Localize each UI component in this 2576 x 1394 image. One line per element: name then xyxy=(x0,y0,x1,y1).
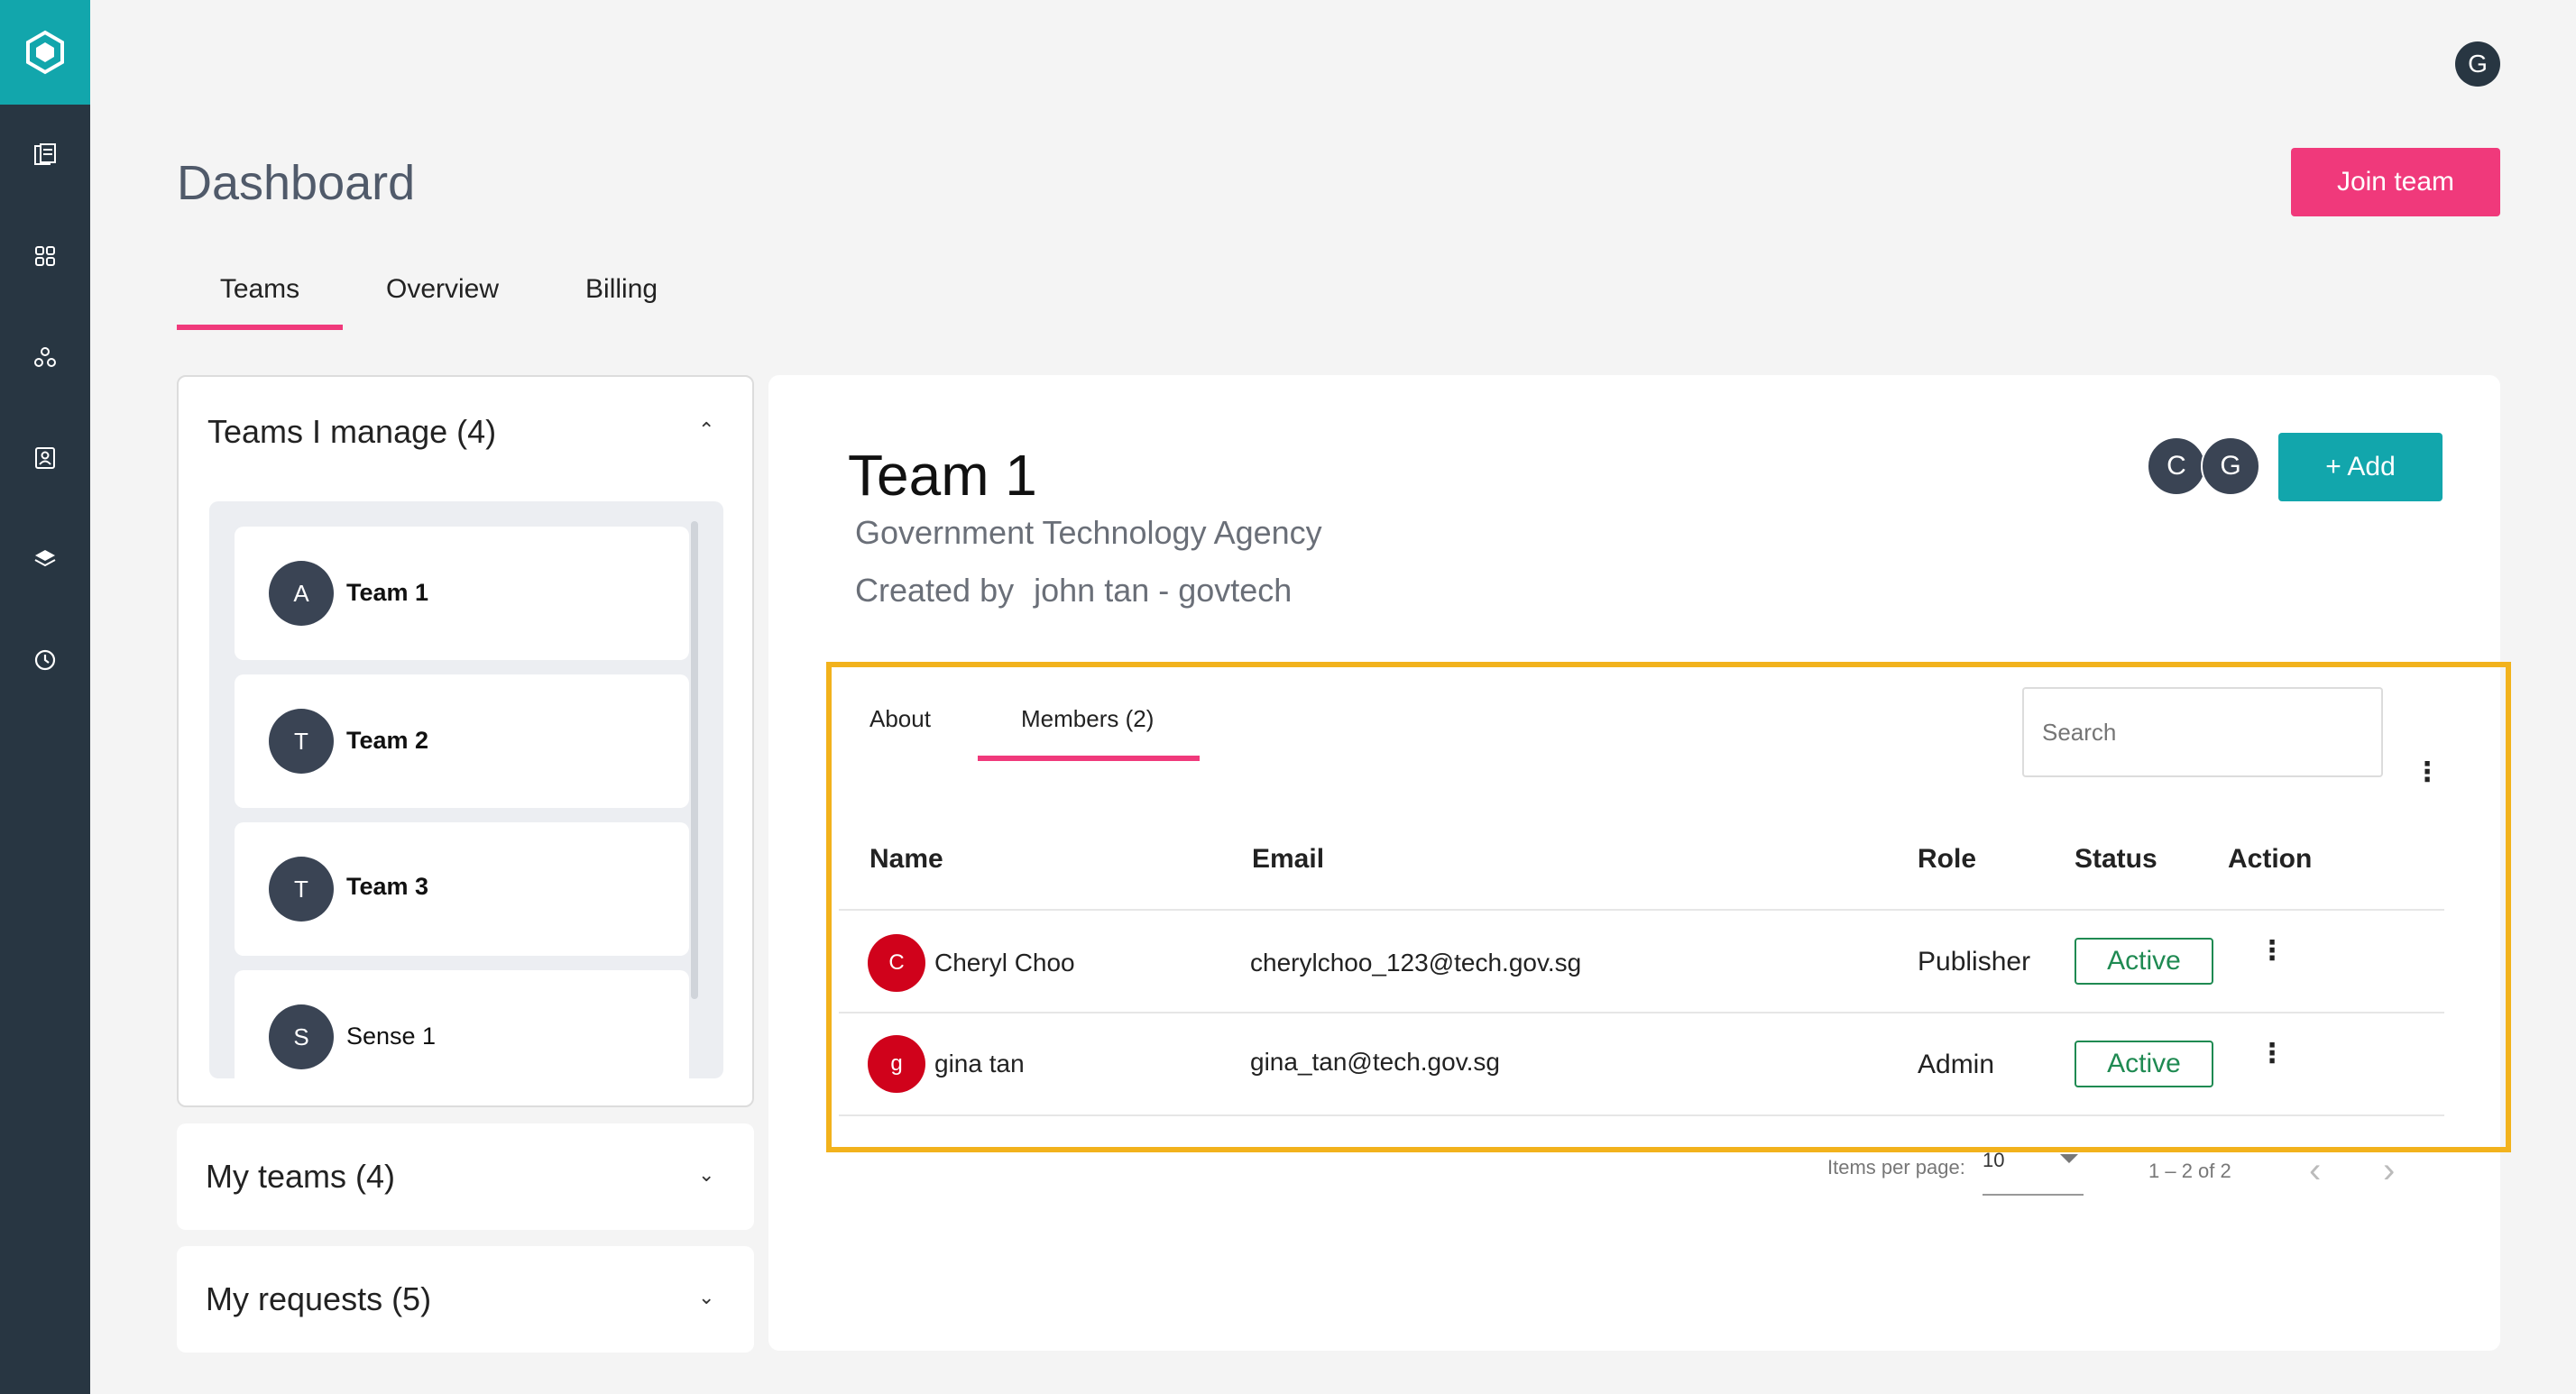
team-avatar: S xyxy=(269,1004,334,1069)
divider xyxy=(839,1114,2444,1116)
team-name: Sense 1 xyxy=(346,1023,437,1050)
my-teams-title: My teams (4) xyxy=(206,1158,396,1195)
chevron-down-icon[interactable]: ⌄ xyxy=(698,1163,714,1187)
member-email: cherylchoo_123@tech.gov.sg xyxy=(1250,949,1582,977)
team-list: A Team 1 T Team 2 T Team 3 S Sense 1 xyxy=(209,501,723,1078)
tab-overview[interactable]: Overview xyxy=(343,261,542,330)
team-card-team-3[interactable]: T Team 3 xyxy=(235,822,689,956)
team-name: Team 2 xyxy=(346,727,429,754)
member-avatar[interactable]: G xyxy=(2201,436,2260,496)
column-header-name: Name xyxy=(869,844,943,874)
scrollbar[interactable] xyxy=(691,521,698,999)
member-role: Admin xyxy=(1918,1050,1995,1079)
previous-page-icon[interactable]: ‹ xyxy=(2309,1152,2321,1188)
next-page-icon[interactable]: › xyxy=(2383,1152,2395,1188)
team-created-by: Created by john tan - govtech xyxy=(855,572,1292,610)
teams-i-manage-panel: Teams I manage (4) ⌃ A Team 1 T Team 2 T… xyxy=(177,375,754,1107)
chevron-down-icon[interactable]: ⌄ xyxy=(698,1286,714,1309)
member-avatar[interactable]: C xyxy=(2147,436,2206,496)
tab-members[interactable]: Members (2) xyxy=(1021,705,1154,733)
team-name: Team 1 xyxy=(346,579,429,606)
items-per-page-select[interactable]: 10 xyxy=(1983,1149,2084,1196)
divider xyxy=(839,909,2444,911)
team-card-sense-1[interactable]: S Sense 1 xyxy=(235,970,689,1078)
nav-rail xyxy=(0,0,90,1394)
member-name: Cheryl Choo xyxy=(934,949,1075,977)
member-name: gina tan xyxy=(934,1050,1025,1078)
members-tab-indicator xyxy=(978,756,1200,761)
clock-icon[interactable] xyxy=(0,633,90,687)
tab-about[interactable]: About xyxy=(869,705,931,733)
tab-teams[interactable]: Teams xyxy=(177,261,343,330)
my-requests-title: My requests (5) xyxy=(206,1280,432,1317)
contacts-icon[interactable] xyxy=(0,431,90,485)
my-teams-panel[interactable]: My teams (4) ⌄ xyxy=(177,1123,754,1230)
search-input[interactable] xyxy=(2022,687,2383,777)
member-avatar: C xyxy=(868,934,925,992)
column-header-email: Email xyxy=(1252,844,1325,874)
team-organization: Government Technology Agency xyxy=(855,514,1322,551)
team-card-team-1[interactable]: A Team 1 xyxy=(235,527,689,660)
pagination-range: 1 – 2 of 2 xyxy=(2148,1160,2231,1182)
member-role: Publisher xyxy=(1918,947,2031,977)
main-tabs: Teams Overview Billing xyxy=(177,261,694,334)
column-header-status: Status xyxy=(2075,844,2157,874)
page-title: Dashboard xyxy=(177,156,416,210)
chevron-up-icon[interactable]: ⌃ xyxy=(698,418,714,442)
network-icon[interactable] xyxy=(0,330,90,384)
tab-billing[interactable]: Billing xyxy=(542,261,694,330)
team-title: Team 1 xyxy=(848,443,1037,508)
items-per-page-label: Items per page: xyxy=(1827,1156,1965,1178)
column-header-action: Action xyxy=(2228,844,2313,874)
status-badge: Active xyxy=(2075,1041,2213,1087)
row-actions-icon[interactable]: ⋮ xyxy=(2259,1041,2286,1068)
more-options-icon[interactable]: ⋮ xyxy=(2414,759,2441,786)
member-avatar: g xyxy=(868,1035,925,1093)
logo-icon[interactable] xyxy=(0,0,90,105)
team-avatar: T xyxy=(269,857,334,922)
dropdown-arrow-icon xyxy=(2060,1154,2078,1163)
divider xyxy=(839,1012,2444,1013)
team-avatar: T xyxy=(269,709,334,774)
status-badge: Active xyxy=(2075,938,2213,985)
created-by-value: john tan - govtech xyxy=(1034,572,1293,609)
teams-i-manage-title: Teams I manage (4) xyxy=(207,413,497,450)
team-avatar: A xyxy=(269,561,334,626)
add-member-button[interactable]: + Add xyxy=(2278,433,2443,501)
team-name: Team 3 xyxy=(346,873,429,900)
row-actions-icon[interactable]: ⋮ xyxy=(2259,938,2286,965)
created-by-label: Created by xyxy=(855,572,1015,609)
user-avatar[interactable]: G xyxy=(2455,41,2500,87)
column-header-role: Role xyxy=(1918,844,1977,874)
my-requests-panel[interactable]: My requests (5) ⌄ xyxy=(177,1246,754,1353)
team-card-team-2[interactable]: T Team 2 xyxy=(235,674,689,808)
layers-icon[interactable] xyxy=(0,532,90,586)
documents-icon[interactable] xyxy=(0,128,90,182)
items-per-page-value: 10 xyxy=(1983,1149,2005,1171)
member-email: gina_tan@tech.gov.sg xyxy=(1250,1048,1500,1076)
join-team-button[interactable]: Join team xyxy=(2291,148,2500,216)
grid-icon[interactable] xyxy=(0,229,90,283)
